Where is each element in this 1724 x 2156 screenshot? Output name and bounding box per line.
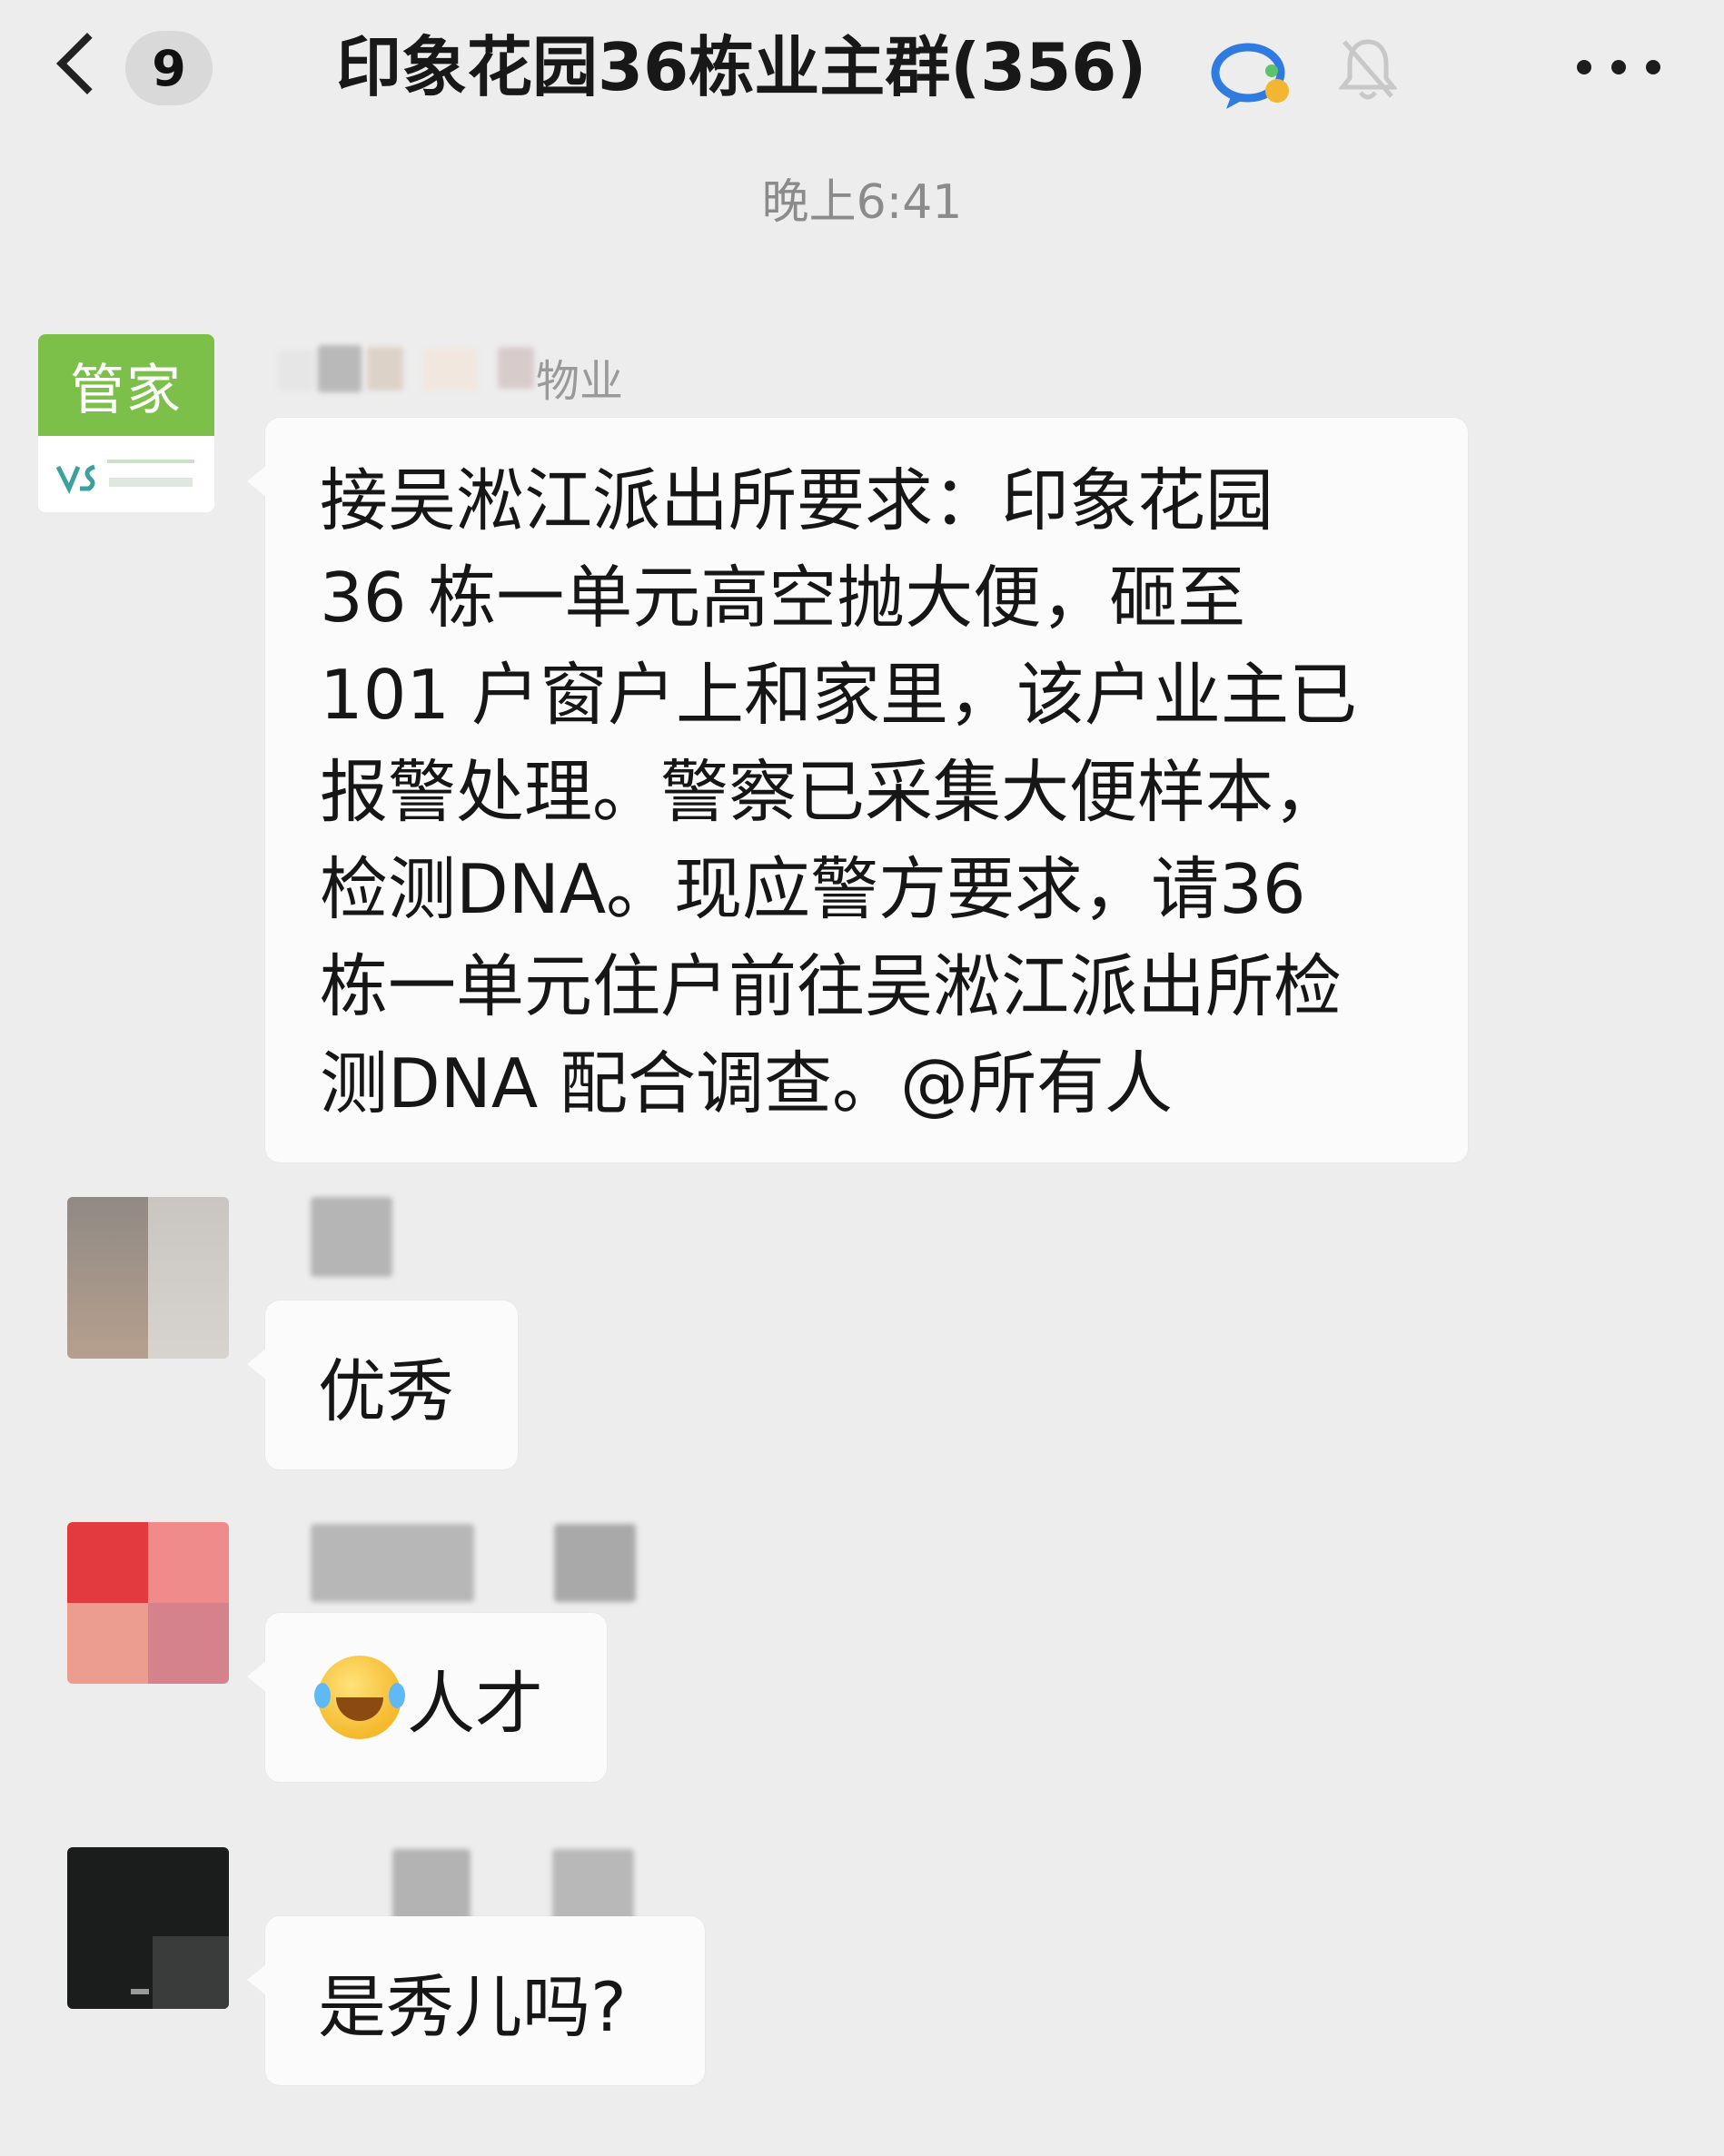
message-text: 接吴淞江派出所要求：印象花园 36 栋一单元高空抛大便，砸至 101 户窗户上和… bbox=[320, 460, 1357, 1123]
mute-bell-icon[interactable] bbox=[1339, 36, 1397, 102]
blurred-name bbox=[311, 1197, 392, 1277]
message-bubble[interactable]: 优秀 bbox=[247, 1301, 518, 1469]
message-timestamp: 晚上6:41 bbox=[761, 175, 963, 230]
message-bubble[interactable]: 接吴淞江派出所要求：印象花园 36 栋一单元高空抛大便，砸至 101 户窗户上和… bbox=[247, 418, 1468, 1162]
avatar[interactable] bbox=[67, 1522, 229, 1684]
blurred-name bbox=[367, 347, 403, 391]
group-title: 印象花园36栋业主群(356) bbox=[336, 29, 1147, 105]
avatar-image bbox=[148, 1522, 229, 1603]
chat-bubble-icon[interactable] bbox=[1208, 35, 1295, 116]
tear-icon bbox=[314, 1683, 331, 1708]
blurred-name bbox=[311, 1524, 474, 1602]
sender-name bbox=[311, 1524, 656, 1602]
avatar[interactable] bbox=[67, 1197, 229, 1359]
message-bubble[interactable]: 人才 bbox=[247, 1613, 607, 1782]
dot-icon bbox=[1646, 60, 1660, 74]
avatar-image bbox=[148, 1197, 229, 1359]
avatar-image bbox=[67, 1603, 148, 1684]
avatar-image bbox=[67, 1197, 148, 1359]
tear-icon bbox=[389, 1683, 405, 1708]
dot-icon bbox=[1577, 60, 1591, 74]
blurred-name bbox=[423, 349, 478, 391]
avatar-image bbox=[131, 1989, 149, 1994]
more-options-icon[interactable] bbox=[1577, 60, 1664, 76]
blurred-name bbox=[318, 345, 362, 392]
avatar-label: 管家 bbox=[38, 334, 214, 436]
avatar-image bbox=[148, 1603, 229, 1684]
laughing-crying-emoji-icon bbox=[314, 1656, 405, 1739]
message-text: 优秀 bbox=[318, 1350, 455, 1431]
message-text: 是秀儿吗? bbox=[318, 1966, 627, 2047]
sender-name bbox=[311, 1197, 438, 1277]
chat-header: 9 印象花园36栋业主群(356) bbox=[0, 0, 1724, 136]
back-chevron-icon[interactable] bbox=[56, 33, 118, 94]
blurred-name bbox=[498, 347, 534, 389]
sender-name bbox=[311, 1847, 674, 1924]
message-text: 人才 bbox=[407, 1663, 544, 1744]
blurred-name bbox=[552, 1849, 634, 1924]
avatar[interactable]: 管家 bbox=[38, 334, 214, 512]
avatar-image bbox=[67, 1522, 148, 1603]
blurred-name bbox=[278, 351, 314, 391]
message-content: 人才 bbox=[314, 1613, 544, 1782]
sender-name: 物业 bbox=[269, 345, 650, 407]
company-logo-icon bbox=[55, 460, 194, 495]
blurred-name bbox=[392, 1849, 471, 1924]
sender-name-suffix: 物业 bbox=[536, 356, 624, 407]
avatar[interactable] bbox=[67, 1847, 229, 2009]
dot-icon bbox=[1611, 60, 1626, 74]
blurred-name bbox=[554, 1524, 636, 1602]
unread-count-badge[interactable]: 9 bbox=[125, 31, 213, 105]
message-bubble[interactable]: 是秀儿吗? bbox=[247, 1916, 705, 2085]
avatar-image bbox=[153, 1936, 229, 2009]
